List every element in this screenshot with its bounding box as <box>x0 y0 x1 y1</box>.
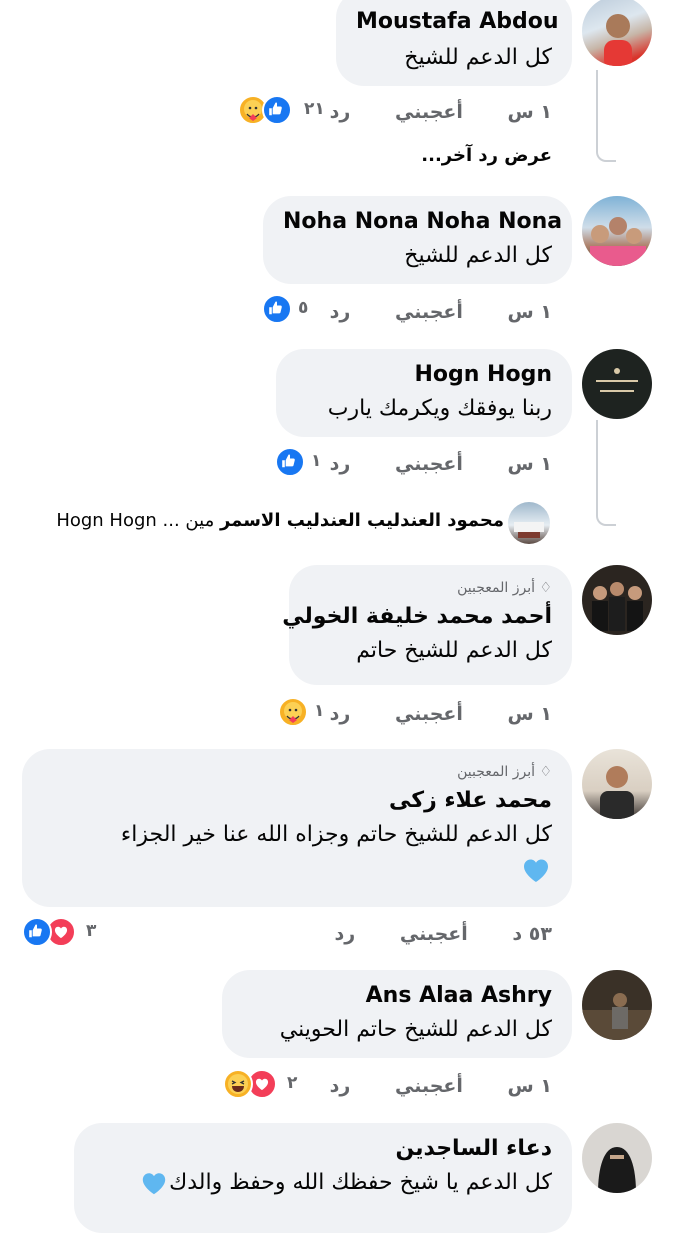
avatar-photo <box>590 217 646 266</box>
reply-preview-author: محمود العندليب العندليب الاسمر <box>219 510 504 531</box>
care-icon <box>278 697 308 727</box>
reactions-count: ١ <box>314 701 325 721</box>
like-action[interactable]: أعجبني <box>395 100 463 124</box>
like-action[interactable]: أعجبني <box>395 452 463 476</box>
comment-bubble: Noha Nona Noha Nona كل الدعم للشيخ <box>263 196 572 284</box>
like-icon <box>275 447 305 477</box>
comment-text: كل الدعم للشيخ حاتم الحويني <box>279 1017 552 1042</box>
reactions-count: ٣ <box>86 921 97 941</box>
reply-avatar[interactable] <box>508 502 550 544</box>
comment-author[interactable]: أحمد محمد خليفة الخولي <box>282 603 552 631</box>
comment-time[interactable]: ٥٣ د <box>512 922 552 946</box>
view-more-replies[interactable]: عرض رد آخر... <box>421 145 552 166</box>
comment-actions: ١ س أعجبني رد <box>330 452 552 476</box>
comment-author[interactable]: Noha Nona Noha Nona <box>283 208 562 236</box>
comment-bubble: Moustafa Abdou كل الدعم للشيخ <box>336 0 572 86</box>
comment-bubble: ♢ أبرز المعجبين محمد علاء زكى كل الدعم ل… <box>22 749 572 907</box>
avatar[interactable] <box>582 970 652 1040</box>
avatar-photo <box>582 993 652 1040</box>
avatar-photo <box>596 368 638 392</box>
like-icon <box>262 95 292 125</box>
comment-actions: ١ س أعجبني رد <box>330 300 552 324</box>
reply-preview-text: مين ... Hogn Hogn <box>56 510 215 531</box>
like-icon <box>262 294 292 324</box>
like-action[interactable]: أعجبني <box>395 1074 463 1098</box>
reply-action[interactable]: رد <box>335 922 356 946</box>
comment-author[interactable]: محمد علاء زكى <box>42 787 552 815</box>
avatar-photo <box>604 14 632 66</box>
comment-author[interactable]: دعاء الساجدين <box>94 1135 552 1163</box>
like-action[interactable]: أعجبني <box>400 922 468 946</box>
reactions-summary[interactable]: ٢١ <box>238 95 328 125</box>
comment-time[interactable]: ١ س <box>508 100 552 124</box>
blue-heart-emoji <box>139 1169 169 1197</box>
comment-text: ربنا يوفقك ويكرمك يارب <box>327 396 552 421</box>
comment-actions: ١ س أعجبني رد <box>330 1074 552 1098</box>
thread-line <box>596 420 616 526</box>
reply-action[interactable]: رد <box>330 300 351 324</box>
like-icon <box>22 917 52 947</box>
reactions-summary[interactable]: ١ <box>275 447 335 477</box>
comment-actions: ١ س أعجبني رد <box>330 100 552 124</box>
reactions-count: ٢ <box>287 1073 298 1093</box>
top-fan-badge: ♢ أبرز المعجبين <box>457 580 552 596</box>
diamond-icon: ♢ <box>539 580 552 596</box>
reactions-summary[interactable]: ٢ <box>221 1069 311 1099</box>
reply-action[interactable]: رد <box>330 100 351 124</box>
comment-author[interactable]: Ans Alaa Ashry <box>242 982 552 1010</box>
reactions-summary[interactable]: ١ <box>278 697 338 727</box>
like-action[interactable]: أعجبني <box>395 300 463 324</box>
like-action[interactable]: أعجبني <box>395 702 463 726</box>
comment-author[interactable]: Hogn Hogn <box>296 361 552 389</box>
avatar[interactable] <box>582 565 652 635</box>
blue-heart-emoji <box>520 855 552 885</box>
comment-author[interactable]: Moustafa Abdou <box>356 8 559 36</box>
reactions-summary[interactable]: ٣ <box>20 917 110 947</box>
comment-time[interactable]: ١ س <box>508 702 552 726</box>
reply-preview[interactable]: محمود العندليب العندليب الاسمر مين ... H… <box>56 510 504 531</box>
comment-actions: ١ س أعجبني رد <box>330 702 552 726</box>
avatar[interactable] <box>582 1123 652 1193</box>
thread-line <box>596 70 616 162</box>
comment-text: كل الدعم يا شيخ حفظك الله وحفظ والدك <box>94 1167 552 1199</box>
avatar-photo <box>598 1147 636 1193</box>
comment-text: كل الدعم للشيخ <box>404 45 552 70</box>
reply-action[interactable]: رد <box>330 1074 351 1098</box>
comment-time[interactable]: ١ س <box>508 452 552 476</box>
reactions-summary[interactable]: ٥ <box>262 294 322 324</box>
comment-bubble: ♢ أبرز المعجبين أحمد محمد خليفة الخولي ك… <box>282 565 572 685</box>
avatar-photo <box>592 582 643 631</box>
comment-bubble: Hogn Hogn ربنا يوفقك ويكرمك يارب <box>276 349 572 437</box>
avatar-photo <box>600 766 634 819</box>
comment-text: كل الدعم للشيخ <box>404 243 552 268</box>
comment-actions: ٥٣ د أعجبني رد <box>335 922 552 946</box>
comment-time[interactable]: ١ س <box>508 300 552 324</box>
top-fan-badge: ♢ أبرز المعجبين <box>457 764 552 780</box>
comment-text: كل الدعم للشيخ حاتم <box>356 638 552 663</box>
avatar[interactable] <box>582 349 652 419</box>
avatar[interactable] <box>582 749 652 819</box>
avatar[interactable] <box>582 196 652 266</box>
haha-icon <box>223 1069 253 1099</box>
diamond-icon: ♢ <box>539 764 552 780</box>
reactions-count: ٥ <box>298 298 309 318</box>
reactions-count: ٢١ <box>304 99 325 119</box>
avatar-photo <box>514 522 544 538</box>
avatar[interactable] <box>582 0 652 66</box>
reactions-count: ١ <box>311 451 322 471</box>
comment-text: كل الدعم للشيخ حاتم وجزاه الله عنا خير ا… <box>120 822 552 847</box>
comment-time[interactable]: ١ س <box>508 1074 552 1098</box>
comment-bubble: دعاء الساجدين كل الدعم يا شيخ حفظك الله … <box>74 1123 572 1233</box>
comment-bubble: Ans Alaa Ashry كل الدعم للشيخ حاتم الحوي… <box>222 970 572 1058</box>
